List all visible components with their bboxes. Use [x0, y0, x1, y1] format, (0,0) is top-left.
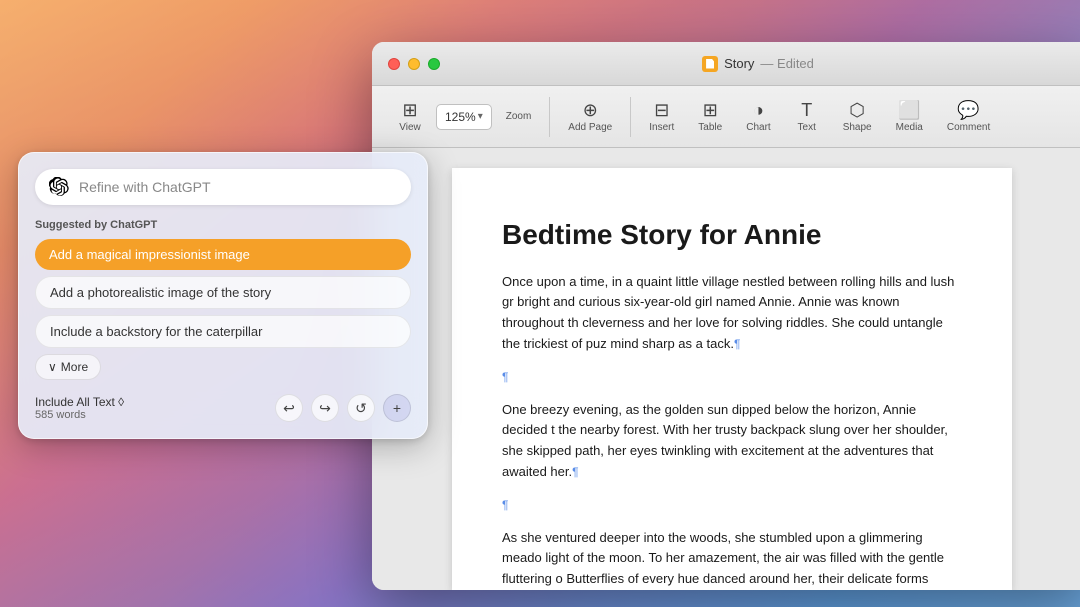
word-count-label: 585 words [35, 409, 124, 421]
view-label: View [399, 122, 421, 133]
document-title-heading: Bedtime Story for Annie [502, 218, 962, 252]
footer-left: Include All Text ◊ 585 words [35, 395, 124, 421]
zoom-label-group: Zoom [496, 105, 542, 128]
document-title: Story [724, 56, 754, 71]
text-label: Text [798, 122, 816, 133]
media-icon: ⬜ [898, 101, 920, 119]
add-page-button[interactable]: ⊕ Add Page [558, 95, 622, 139]
chatgpt-popup: Refine with ChatGPT Suggested by ChatGPT… [18, 152, 428, 439]
insert-label: Insert [649, 122, 674, 133]
document-page: Bedtime Story for Annie Once upon a time… [452, 168, 1012, 590]
pilcrow-1: ¶ [734, 337, 740, 351]
title-bar: Story — Edited [372, 42, 1080, 86]
more-label: More [61, 360, 88, 374]
paragraph-break-1: ¶ [502, 367, 962, 388]
comment-button[interactable]: 💬 Comment [937, 95, 1000, 139]
minimize-button[interactable] [408, 58, 420, 70]
undo-button[interactable]: ↩ [275, 394, 303, 422]
chatgpt-logo-icon [49, 177, 69, 197]
paragraph-1: Once upon a time, in a quaint little vil… [502, 272, 962, 355]
paragraph-3: As she ventured deeper into the woods, s… [502, 528, 962, 590]
close-button[interactable] [388, 58, 400, 70]
pilcrow-4: ¶ [502, 498, 508, 512]
paragraph-break-2: ¶ [502, 495, 962, 516]
zoom-value: 125% [445, 110, 476, 124]
pilcrow-2: ¶ [502, 370, 508, 384]
media-label: Media [896, 122, 923, 133]
toolbar-separator-2 [630, 97, 631, 137]
chart-button[interactable]: ◑ Chart [736, 95, 780, 139]
media-button[interactable]: ⬜ Media [886, 95, 933, 139]
comment-icon: 💬 [957, 101, 979, 119]
add-page-icon: ⊕ [583, 101, 598, 119]
title-area: Story — Edited [440, 56, 1076, 72]
document-area: Bedtime Story for Annie Once upon a time… [372, 148, 1080, 590]
pilcrow-3: ¶ [572, 465, 578, 479]
table-label: Table [698, 122, 722, 133]
more-button[interactable]: ∨ More [35, 354, 101, 380]
traffic-lights [388, 58, 440, 70]
chevron-down-icon: ∨ [48, 360, 57, 374]
shape-label: Shape [843, 122, 872, 133]
view-button[interactable]: ⊞ View [388, 95, 432, 139]
chart-label: Chart [746, 122, 770, 133]
insert-button[interactable]: ⊟ Insert [639, 95, 684, 139]
view-icon: ⊞ [402, 101, 417, 119]
shape-button[interactable]: ⬡ Shape [833, 95, 882, 139]
paragraph-2: One breezy evening, as the golden sun di… [502, 400, 962, 483]
toolbar-separator-1 [549, 97, 550, 137]
refresh-button[interactable]: ↺ [347, 394, 375, 422]
redo-button[interactable]: ↪ [311, 394, 339, 422]
zoom-label: Zoom [506, 111, 532, 122]
suggestion-button-1[interactable]: Add a magical impressionist image [35, 239, 411, 270]
toolbar: ⊞ View 125% ▾ Zoom ⊕ Add Page ⊟ Insert ⊞… [372, 86, 1080, 148]
fullscreen-button[interactable] [428, 58, 440, 70]
zoom-control[interactable]: 125% ▾ [436, 104, 492, 130]
popup-footer: Include All Text ◊ 585 words ↩ ↪ ↺ + [35, 394, 411, 422]
include-all-text-label[interactable]: Include All Text ◊ [35, 395, 124, 409]
suggestion-button-3[interactable]: Include a backstory for the caterpillar [35, 315, 411, 348]
text-icon: T [801, 101, 812, 119]
text-button[interactable]: T Text [785, 95, 829, 139]
suggestion-button-2[interactable]: Add a photorealistic image of the story [35, 276, 411, 309]
footer-actions: ↩ ↪ ↺ + [275, 394, 411, 422]
shape-icon: ⬡ [849, 101, 865, 119]
table-icon: ⊞ [703, 101, 718, 119]
suggested-by-label: Suggested by ChatGPT [35, 219, 411, 231]
document-icon [702, 56, 718, 72]
pages-window: Story — Edited ⊞ View 125% ▾ Zoom ⊕ Add … [372, 42, 1080, 590]
comment-label: Comment [947, 122, 990, 133]
chart-icon: ◑ [753, 101, 764, 119]
add-button[interactable]: + [383, 394, 411, 422]
zoom-chevron-icon: ▾ [478, 111, 483, 122]
add-page-label: Add Page [568, 122, 612, 133]
search-bar[interactable]: Refine with ChatGPT [35, 169, 411, 205]
insert-icon: ⊟ [654, 101, 669, 119]
search-input[interactable]: Refine with ChatGPT [79, 179, 211, 195]
table-button[interactable]: ⊞ Table [688, 95, 732, 139]
edited-label: — Edited [760, 56, 813, 71]
